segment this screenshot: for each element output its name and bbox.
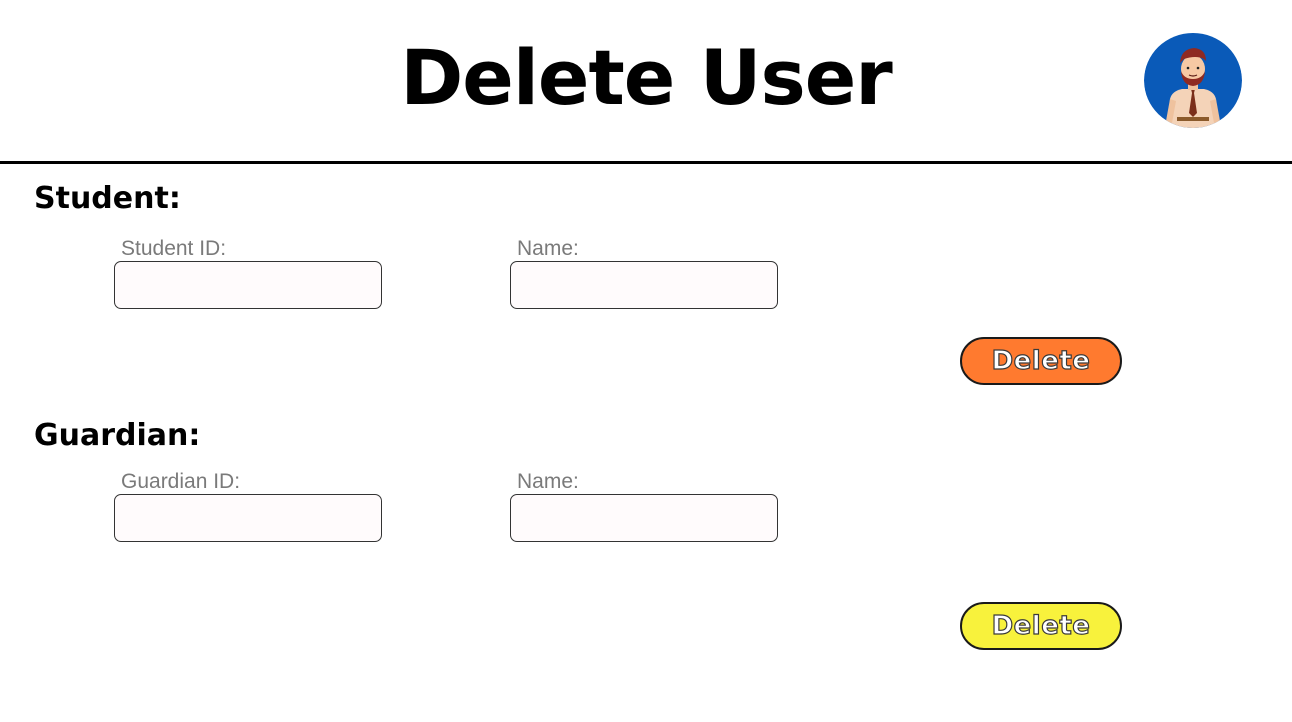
student-name-label: Name: <box>517 237 579 260</box>
page-title: Delete User <box>400 33 893 122</box>
student-section-heading: Student: <box>34 181 181 216</box>
student-id-input[interactable] <box>114 261 382 309</box>
guardian-section-heading: Guardian: <box>34 418 201 453</box>
guardian-id-input[interactable] <box>114 494 382 542</box>
student-delete-button[interactable]: Delete <box>960 337 1122 385</box>
user-avatar-icon[interactable] <box>1144 33 1242 128</box>
guardian-delete-button[interactable]: Delete <box>960 602 1122 650</box>
student-id-label: Student ID: <box>121 237 227 260</box>
guardian-name-label: Name: <box>517 470 579 493</box>
student-name-input[interactable] <box>510 261 778 309</box>
guardian-id-label: Guardian ID: <box>121 470 241 493</box>
header-divider <box>0 161 1292 164</box>
guardian-name-input[interactable] <box>510 494 778 542</box>
